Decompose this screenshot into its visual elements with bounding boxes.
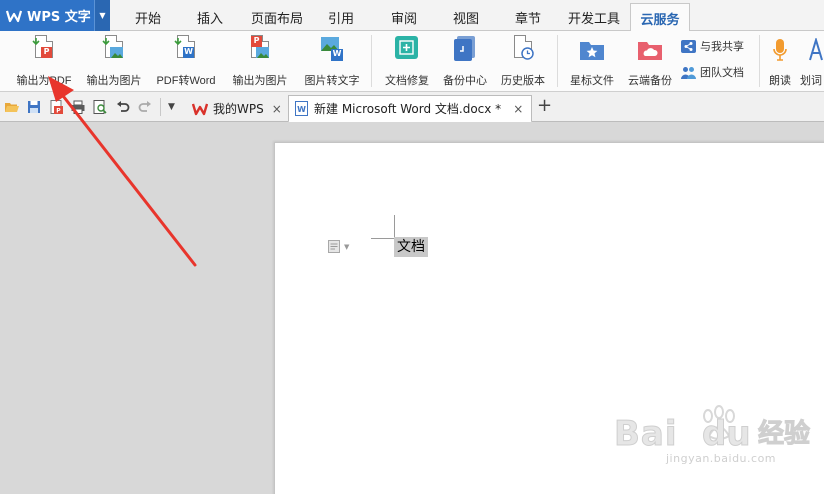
selected-text[interactable]: 文档 <box>394 237 428 257</box>
tab-references[interactable]: 引用 <box>318 3 364 31</box>
doc-tab-new-word-document[interactable]: W 新建 Microsoft Word 文档.docx * × <box>288 95 533 123</box>
watermark-cn: 经验 <box>757 419 811 450</box>
tab-insert[interactable]: 插入 <box>184 3 236 31</box>
word-doc-icon: W <box>295 101 308 116</box>
watermark-url: jingyan.baidu.com <box>666 452 777 465</box>
redo-icon[interactable] <box>138 100 152 114</box>
app-menu-button[interactable]: WPS 文字 ▼ <box>0 0 110 31</box>
highlight-word-label: 划词 <box>800 75 822 87</box>
export-pdf-button[interactable]: P 输出为PDF <box>10 33 78 89</box>
export-image-label: 输出为图片 <box>86 75 142 87</box>
team-icon <box>681 65 696 80</box>
shared-with-me-button[interactable]: 与我共享 <box>681 36 744 56</box>
doc-tab-label: 我的WPS <box>213 102 264 116</box>
export-pdf-quick-icon[interactable]: P <box>49 100 63 114</box>
wps-red-logo-icon <box>191 102 209 116</box>
tab-review[interactable]: 审阅 <box>380 3 428 31</box>
ribbon-separator <box>371 35 372 87</box>
doc-repair-label: 文档修复 <box>385 75 429 87</box>
cloud-folder-icon <box>637 35 663 65</box>
tab-view[interactable]: 视图 <box>440 3 492 31</box>
doc-tab-label: 新建 Microsoft Word 文档.docx * <box>314 102 502 116</box>
history-version-icon <box>510 35 536 65</box>
watermark-brand: Bai <box>614 414 678 454</box>
paragraph-helper-button[interactable]: ▼ <box>328 240 349 253</box>
print-preview-icon[interactable] <box>93 100 107 114</box>
close-tab-icon[interactable]: × <box>513 102 523 116</box>
new-tab-plus-icon[interactable]: + <box>537 96 552 116</box>
ribbon-separator <box>759 35 760 87</box>
export-image-pdf-icon: P <box>247 35 273 65</box>
starred-files-label: 星标文件 <box>570 75 614 87</box>
team-docs-label: 团队文档 <box>700 66 744 79</box>
backup-center-label: 备份中心 <box>443 75 487 87</box>
watermark-brand-tail: du <box>702 414 752 454</box>
svg-text:W: W <box>297 105 306 114</box>
paragraph-helper-caret-icon: ▼ <box>344 242 350 251</box>
doc-tab-my-wps[interactable]: 我的WPS × <box>186 95 290 122</box>
undo-icon[interactable] <box>116 100 130 114</box>
image-to-text-label: 图片转文字 <box>304 75 360 87</box>
shared-with-me-label: 与我共享 <box>700 40 744 53</box>
export-pdf-label: 输出为PDF <box>16 75 72 87</box>
doc-repair-button[interactable]: 文档修复 <box>377 33 437 89</box>
tab-start[interactable]: 开始 <box>122 3 174 31</box>
backup-center-icon <box>452 35 478 65</box>
backup-center-button[interactable]: 备份中心 <box>436 33 494 89</box>
quick-access-bar: P ▼ 我的WPS × W 新建 Microsoft Word 文档.docx … <box>0 92 824 123</box>
highlight-word-button[interactable]: 划词 <box>800 33 824 89</box>
tab-developer-tools[interactable]: 开发工具 <box>562 3 626 31</box>
export-image-label-2: 输出为图片 <box>232 75 288 87</box>
svg-text:P: P <box>56 108 61 115</box>
menu-bar: WPS 文字 ▼ 开始 插入 页面布局 引用 审阅 视图 章节 开发工具 云服务 <box>0 0 824 32</box>
margin-corner-mark <box>371 238 395 239</box>
read-aloud-label: 朗读 <box>769 75 791 87</box>
wps-writer-window: WPS 文字 ▼ 开始 插入 页面布局 引用 审阅 视图 章节 开发工具 云服务… <box>0 0 824 494</box>
image-to-text-button[interactable]: W 图片转文字 <box>298 33 366 89</box>
cloud-backup-button[interactable]: 云端备份 <box>621 33 679 89</box>
quick-bar-separator <box>160 98 161 116</box>
print-icon[interactable] <box>71 100 85 114</box>
app-menu-caret-icon[interactable]: ▼ <box>94 0 110 31</box>
app-title: WPS 文字 <box>27 10 91 25</box>
doc-repair-icon <box>394 35 420 65</box>
export-image-icon <box>101 35 127 65</box>
starred-files-button[interactable]: 星标文件 <box>563 33 621 89</box>
paragraph-doc-icon <box>328 240 340 253</box>
tab-section[interactable]: 章节 <box>502 3 554 31</box>
open-folder-icon[interactable] <box>5 100 19 114</box>
wps-logo-icon <box>5 8 23 24</box>
close-tab-icon[interactable]: × <box>272 102 282 116</box>
image-to-text-icon: W <box>319 35 345 65</box>
tab-page-layout[interactable]: 页面布局 <box>244 3 310 31</box>
microphone-icon <box>767 35 793 65</box>
highlight-icon <box>800 35 824 65</box>
share-icon <box>681 39 696 54</box>
quick-access-dropdown-icon[interactable]: ▼ <box>168 102 175 112</box>
history-version-button[interactable]: 历史版本 <box>494 33 552 89</box>
save-icon[interactable] <box>27 100 41 114</box>
star-folder-icon <box>579 35 605 65</box>
ribbon-separator <box>557 35 558 87</box>
pdf-to-word-label: PDF转Word <box>156 75 216 87</box>
export-image-button[interactable]: 输出为图片 <box>80 33 148 89</box>
team-docs-button[interactable]: 团队文档 <box>681 62 744 82</box>
ribbon-cloud-service: P 输出为PDF 输出为图片 W PDF转Word P 输出为图片 W 图片转文… <box>0 31 824 92</box>
margin-corner-mark <box>394 215 395 239</box>
history-version-label: 历史版本 <box>501 75 545 87</box>
cloud-backup-label: 云端备份 <box>628 75 672 87</box>
baidu-jingyan-watermark: Bai du 经验 jingyan.baidu.com <box>608 398 818 468</box>
pdf-to-word-button[interactable]: W PDF转Word <box>150 33 222 89</box>
tab-cloud-service[interactable]: 云服务 <box>630 3 690 32</box>
pdf-file-icon: P <box>31 35 57 65</box>
pdf-to-word-icon: W <box>173 35 199 65</box>
read-aloud-button[interactable]: 朗读 <box>764 33 796 89</box>
export-image-button-2[interactable]: P 输出为图片 <box>226 33 294 89</box>
